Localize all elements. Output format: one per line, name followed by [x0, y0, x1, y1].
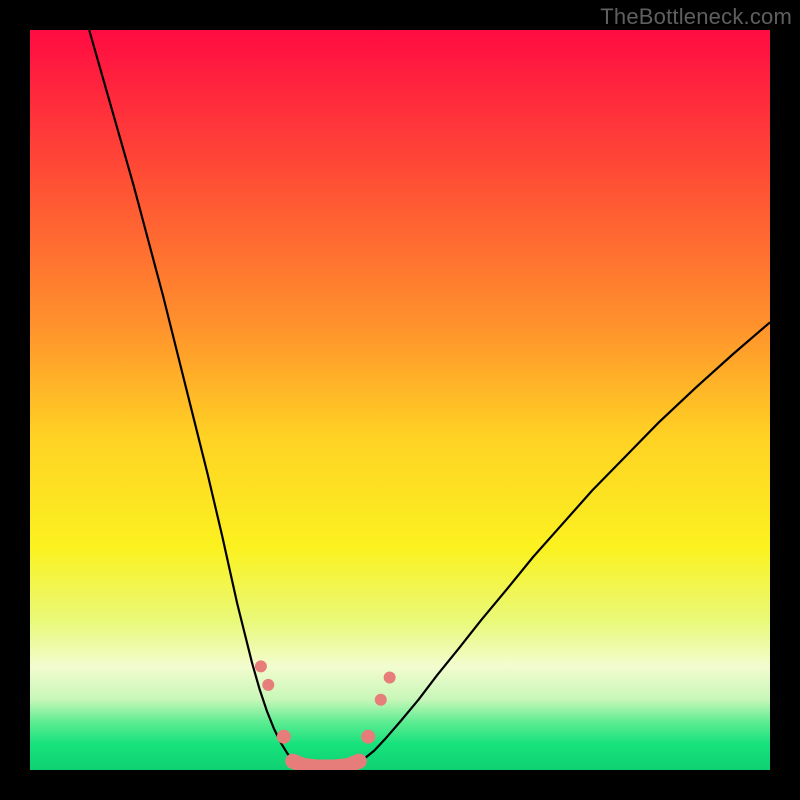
plot-area [30, 30, 770, 770]
chart-svg [30, 30, 770, 770]
marker-dot-right-trans [361, 730, 375, 744]
marker-dot-left-upper [255, 660, 267, 672]
marker-dot-left-trans [277, 730, 291, 744]
marker-dot-right-lower [375, 694, 387, 706]
marker-dot-right-upper [384, 672, 396, 684]
chart-container: TheBottleneck.com [0, 0, 800, 800]
marker-dot-left-lower [262, 679, 274, 691]
watermark-text: TheBottleneck.com [600, 4, 792, 30]
series-valley-floor [293, 761, 360, 767]
gradient-background [30, 30, 770, 770]
